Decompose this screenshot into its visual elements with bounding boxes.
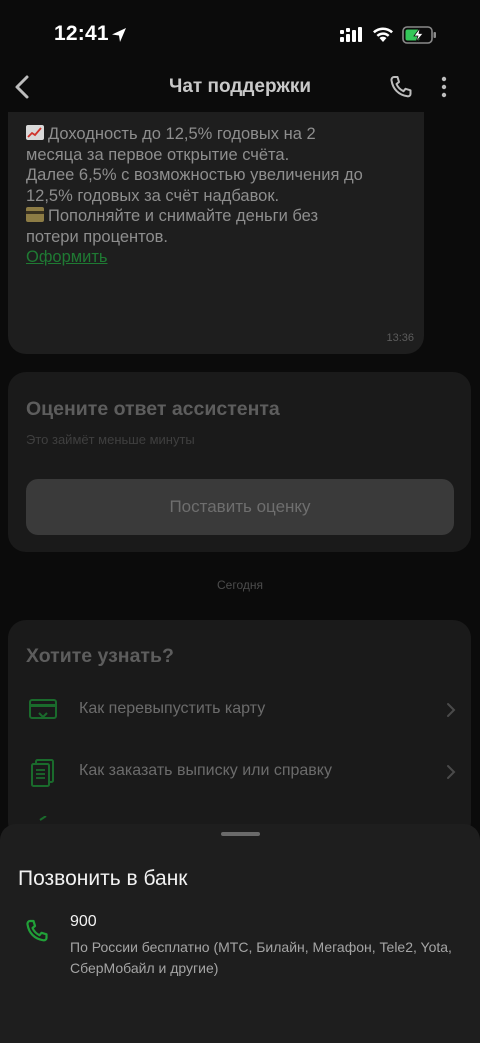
phone-icon <box>26 919 48 942</box>
status-time: 12:41 <box>54 22 109 45</box>
sheet-title: Позвонить в банк <box>18 867 188 890</box>
suggestions-card: Хотите узнать? Как перевыпустить карту К… <box>8 620 471 840</box>
chevron-right-icon <box>447 703 456 717</box>
rate-assistant-card: Оцените ответ ассистента Это займёт мень… <box>8 372 471 552</box>
document-icon <box>31 759 54 787</box>
apply-link[interactable]: Оформить <box>26 247 406 268</box>
phone-icon[interactable] <box>388 74 414 100</box>
status-bar: 12:41 <box>0 0 480 70</box>
wifi-icon <box>373 27 393 42</box>
message-line-text: Пополняйте и снимайте деньги без <box>48 207 319 225</box>
credit-card-icon <box>26 207 44 222</box>
date-separator: Сегодня <box>217 578 263 592</box>
rate-card-title: Оцените ответ ассистента <box>26 398 280 420</box>
rate-card-subtitle: Это займёт меньше минуты <box>26 432 195 447</box>
suggestion-label: Как заказать выписку или справку <box>79 762 332 779</box>
message-line-text: Доходность до 12,5% годовых на 2 <box>48 125 316 143</box>
suggestions-title: Хотите узнать? <box>26 645 174 667</box>
call-bank-sheet: Позвонить в банк 900 По России бесплатно… <box>0 824 480 1043</box>
call-number: 900 <box>70 913 97 930</box>
message-bubble: Доходность до 12,5% годовых на 2 месяца … <box>8 112 424 354</box>
cellular-signal-icon <box>340 27 362 42</box>
suggestion-item-reissue-card[interactable]: Как перевыпустить карту <box>8 682 471 740</box>
chevron-right-icon <box>447 765 456 779</box>
chat-header: Чат поддержки <box>0 62 480 112</box>
suggestion-label: Как перевыпустить карту <box>79 700 266 717</box>
location-arrow-icon <box>112 28 126 42</box>
message-line: Далее 6,5% с возможностью увеличения до <box>26 166 363 184</box>
message-text: Доходность до 12,5% годовых на 2 месяца … <box>26 124 406 268</box>
rate-button[interactable]: Поставить оценку <box>26 479 454 535</box>
message-line: Пополняйте и снимайте деньги без <box>26 206 406 227</box>
message-line: 12,5% годовых за счёт надбавок. <box>26 186 280 205</box>
message-line: месяца за первое открытие счёта. <box>26 145 290 164</box>
card-reissue-icon <box>29 699 57 719</box>
battery-charging-icon <box>402 26 436 44</box>
call-900-row[interactable]: 900 По России бесплатно (МТС, Билайн, Ме… <box>0 908 480 978</box>
message-line: потери процентов. <box>26 227 169 246</box>
suggestion-item-order-statement[interactable]: Как заказать выписку или справку <box>8 744 471 802</box>
sheet-grabber[interactable] <box>221 832 260 836</box>
more-vertical-icon[interactable] <box>437 76 451 98</box>
chart-increasing-icon <box>26 125 44 140</box>
message-timestamp: 13:36 <box>386 332 414 344</box>
call-description: По России бесплатно (МТС, Билайн, Мегафо… <box>70 939 452 976</box>
message-line: Доходность до 12,5% годовых на 2 <box>26 124 406 145</box>
